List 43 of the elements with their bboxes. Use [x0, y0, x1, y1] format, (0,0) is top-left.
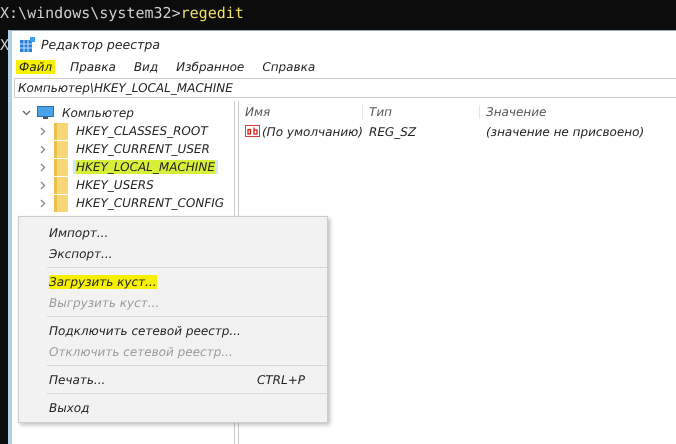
registry-editor-icon — [20, 36, 35, 52]
chevron-right-icon[interactable] — [40, 144, 46, 154]
console-prompt: X:\windows\system32> — [0, 4, 181, 22]
column-header[interactable]: Тип — [363, 104, 480, 118]
menu-item[interactable]: Печать... — [49, 372, 106, 386]
folder-icon — [54, 194, 68, 212]
chevron-right-icon[interactable] — [40, 198, 46, 208]
tree-item[interactable]: HKEY_CURRENT_CONFIG — [73, 196, 228, 210]
tree-item[interactable]: HKEY_LOCAL_MACHINE — [73, 160, 218, 174]
chevron-right-icon[interactable] — [40, 162, 46, 172]
menu-item[interactable]: Избранное — [173, 60, 248, 74]
shortcut-label: CTRL+P — [256, 372, 305, 386]
menu-item[interactable]: Импорт... — [49, 226, 108, 240]
tree-item[interactable]: HKEY_USERS — [73, 178, 157, 192]
address-field[interactable]: Компьютер\HKEY_LOCAL_MACHINE — [14, 78, 676, 98]
folder-icon — [54, 122, 68, 140]
menu-item[interactable]: Вид — [130, 60, 162, 74]
chevron-right-icon[interactable] — [40, 180, 46, 190]
tree-item[interactable]: Компьютер — [59, 106, 137, 120]
menu-item[interactable]: Выход — [49, 400, 90, 414]
column-header[interactable]: Имя — [239, 104, 363, 118]
folder-icon — [54, 158, 68, 176]
menu-item[interactable]: Загрузить куст... — [49, 274, 157, 288]
chevron-down-icon[interactable] — [22, 110, 30, 116]
table-cell: (По умолчанию) — [262, 125, 363, 139]
tree-item[interactable]: HKEY_CLASSES_ROOT — [73, 124, 211, 138]
folder-icon — [54, 176, 68, 194]
table-cell-text: (значение не присвоено) — [485, 125, 646, 139]
column-header[interactable]: Значение — [480, 104, 676, 118]
menu-item[interactable]: Правка — [67, 60, 119, 74]
computer-icon — [37, 106, 54, 120]
folder-icon — [54, 140, 68, 158]
menu-item[interactable]: Справка — [259, 60, 318, 74]
menu-item[interactable]: Подключить сетевой реестр... — [49, 324, 241, 338]
window-title: Редактор реестра — [41, 36, 160, 52]
chevron-right-icon[interactable] — [40, 126, 46, 136]
menu-item[interactable]: Экспорт... — [49, 246, 112, 260]
menu-item[interactable]: Файл — [16, 60, 56, 74]
console-command: regedit — [180, 4, 244, 22]
console-prompt: X — [0, 36, 10, 54]
tree-item[interactable]: HKEY_CURRENT_USER — [73, 142, 213, 156]
table-cell-text: REG_SZ — [368, 125, 418, 139]
string-value-icon — [245, 125, 260, 139]
